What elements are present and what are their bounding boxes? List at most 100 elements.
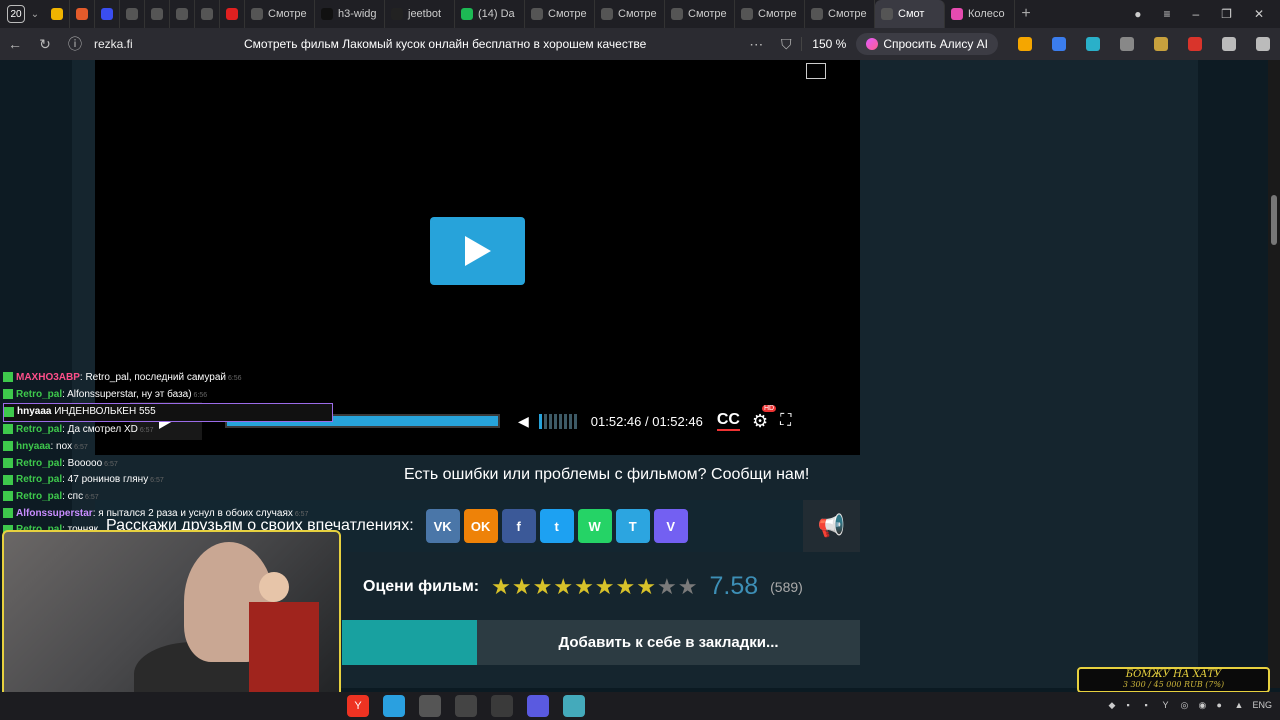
tab-label: Смотре [548, 8, 587, 20]
tray-icon[interactable]: ▪ [1126, 700, 1138, 712]
chat-username: hnyaaa [17, 406, 52, 418]
browser-tab[interactable]: Смотре [735, 0, 805, 28]
tray-icon[interactable]: ▲ [1234, 700, 1246, 712]
taskbar-app-icon[interactable] [491, 695, 513, 717]
menu-icon[interactable]: ≡ [1163, 7, 1170, 21]
download-icon[interactable] [1256, 37, 1270, 51]
alice-button[interactable]: Спросить Алису AI [856, 33, 998, 55]
more-icon[interactable]: ⋯ [741, 36, 771, 53]
maximize-button[interactable]: ❐ [1221, 7, 1232, 21]
rating-star[interactable]: ★ [616, 574, 636, 600]
tab-favicon-icon [321, 8, 333, 20]
subtitles-button[interactable]: CC [716, 411, 740, 431]
browser-tab[interactable] [145, 0, 170, 28]
browser-tab[interactable] [120, 0, 145, 28]
new-tab-button[interactable]: + [1015, 5, 1037, 23]
browser-tab[interactable]: Смотре [245, 0, 315, 28]
browser-tab[interactable]: (14) Da [455, 0, 525, 28]
rating-star[interactable]: ★ [533, 574, 553, 600]
zoom-indicator[interactable]: 150 % [801, 37, 856, 51]
rating-stars[interactable]: ★ ★ ★ ★ ★ ★ ★ ★ ★ ★ [491, 574, 697, 600]
tab-label: Смотре [268, 8, 307, 20]
share-social-button[interactable]: VK [425, 509, 460, 543]
stream-chat-overlay: MAXHO3ABP: Retro_pal, последний самурай … [3, 370, 333, 539]
chat-message: Alfonssuperstar: я пытался 2 раза и усну… [3, 506, 333, 523]
rating-star[interactable]: ★ [636, 574, 656, 600]
browser-tab[interactable]: Смотре [525, 0, 595, 28]
taskbar-app-icon[interactable]: Y [347, 695, 369, 717]
rating-star[interactable]: ★ [553, 574, 573, 600]
tab-label: Смотре [828, 8, 867, 20]
tray-icon[interactable]: ◉ [1198, 700, 1210, 712]
taskbar-app-icon[interactable] [563, 695, 585, 717]
tray-icon[interactable]: ● [1216, 700, 1228, 712]
taskbar-app-icon[interactable] [455, 695, 477, 717]
browser-tab[interactable]: h3-widg [315, 0, 385, 28]
taskbar-app-icon[interactable] [383, 695, 405, 717]
rating-star[interactable]: ★ [512, 574, 532, 600]
scrollbar[interactable] [1268, 60, 1280, 688]
extension-icon[interactable] [1018, 37, 1032, 51]
mute-icon[interactable]: ◀ [518, 413, 529, 430]
bookmark-icon[interactable]: ⛉ [771, 36, 801, 53]
share-social-button[interactable]: T [615, 509, 650, 543]
exit-pip-icon[interactable] [806, 63, 826, 79]
language-indicator[interactable]: ENG [1252, 700, 1272, 712]
settings-button[interactable]: ⚙ HD [752, 404, 777, 432]
translate-icon[interactable] [1052, 37, 1066, 51]
tray-icon[interactable]: ◆ [1108, 700, 1120, 712]
extension-icon[interactable] [1120, 37, 1134, 51]
browser-tab[interactable]: Смотре [805, 0, 875, 28]
donation-goal-title: БОМЖУ НА ХАТУ [1125, 669, 1222, 680]
volume-slider[interactable] [538, 413, 577, 429]
tray-icon[interactable]: Y [1162, 700, 1174, 712]
extension-icon[interactable] [1086, 37, 1100, 51]
extension-icon[interactable] [1188, 37, 1202, 51]
megaphone-icon[interactable]: 📢 [803, 500, 860, 552]
browser-tab[interactable]: Смотре [665, 0, 735, 28]
share-social-button[interactable]: f [501, 509, 536, 543]
browser-tab[interactable] [195, 0, 220, 28]
rating-star[interactable]: ★ [657, 574, 677, 600]
extension-icon[interactable] [1154, 37, 1168, 51]
bookmark-button[interactable]: Добавить к себе в закладки... [342, 620, 860, 665]
rating-star[interactable]: ★ [595, 574, 615, 600]
back-icon[interactable]: ← [0, 36, 30, 52]
scrollbar-thumb[interactable] [1271, 195, 1277, 245]
browser-tab[interactable]: Колесо [945, 0, 1015, 28]
minimize-button[interactable]: – [1192, 7, 1199, 21]
profile-icon[interactable]: ● [1134, 7, 1141, 21]
play-button[interactable] [430, 217, 525, 285]
rating-star[interactable]: ★ [574, 574, 594, 600]
browser-tab[interactable] [95, 0, 120, 28]
chevron-down-icon[interactable]: ⌄ [25, 9, 45, 20]
browser-tab[interactable] [170, 0, 195, 28]
close-button[interactable]: ✕ [1254, 7, 1264, 21]
tab-favicon-icon [176, 8, 188, 20]
share-social-button[interactable]: OK [463, 509, 498, 543]
taskbar-app-icon[interactable] [419, 695, 441, 717]
tab-count-badge[interactable]: 20 [7, 5, 25, 23]
browser-tab[interactable]: Смотре [595, 0, 665, 28]
share-social-button[interactable]: t [539, 509, 574, 543]
report-problem-link[interactable]: Есть ошибки или проблемы с фильмом? Сооб… [404, 466, 809, 484]
extension-icon[interactable] [1222, 37, 1236, 51]
rating-star[interactable]: ★ [678, 574, 698, 600]
reload-icon[interactable]: ↻ [30, 36, 60, 53]
rating-star[interactable]: ★ [491, 574, 511, 600]
fullscreen-icon[interactable]: ⛶ [780, 412, 791, 430]
share-social-button[interactable]: W [577, 509, 612, 543]
tray-icon[interactable]: ▪ [1144, 700, 1156, 712]
chat-text: : Alfonssuperstar, ну эт база) [62, 388, 192, 400]
tray-icon[interactable]: ◎ [1180, 700, 1192, 712]
chat-timestamp: 6:57 [137, 427, 154, 435]
security-icon[interactable]: ⓘ [60, 34, 90, 54]
share-social-button[interactable]: V [653, 509, 688, 543]
taskbar-app-icon[interactable] [527, 695, 549, 717]
browser-tab[interactable]: Смот [875, 0, 945, 28]
browser-tab[interactable] [70, 0, 95, 28]
browser-tab[interactable] [220, 0, 245, 28]
browser-tab[interactable]: jeetbot [385, 0, 455, 28]
url-field[interactable]: rezka.fi [94, 37, 244, 51]
browser-tab[interactable] [45, 0, 70, 28]
